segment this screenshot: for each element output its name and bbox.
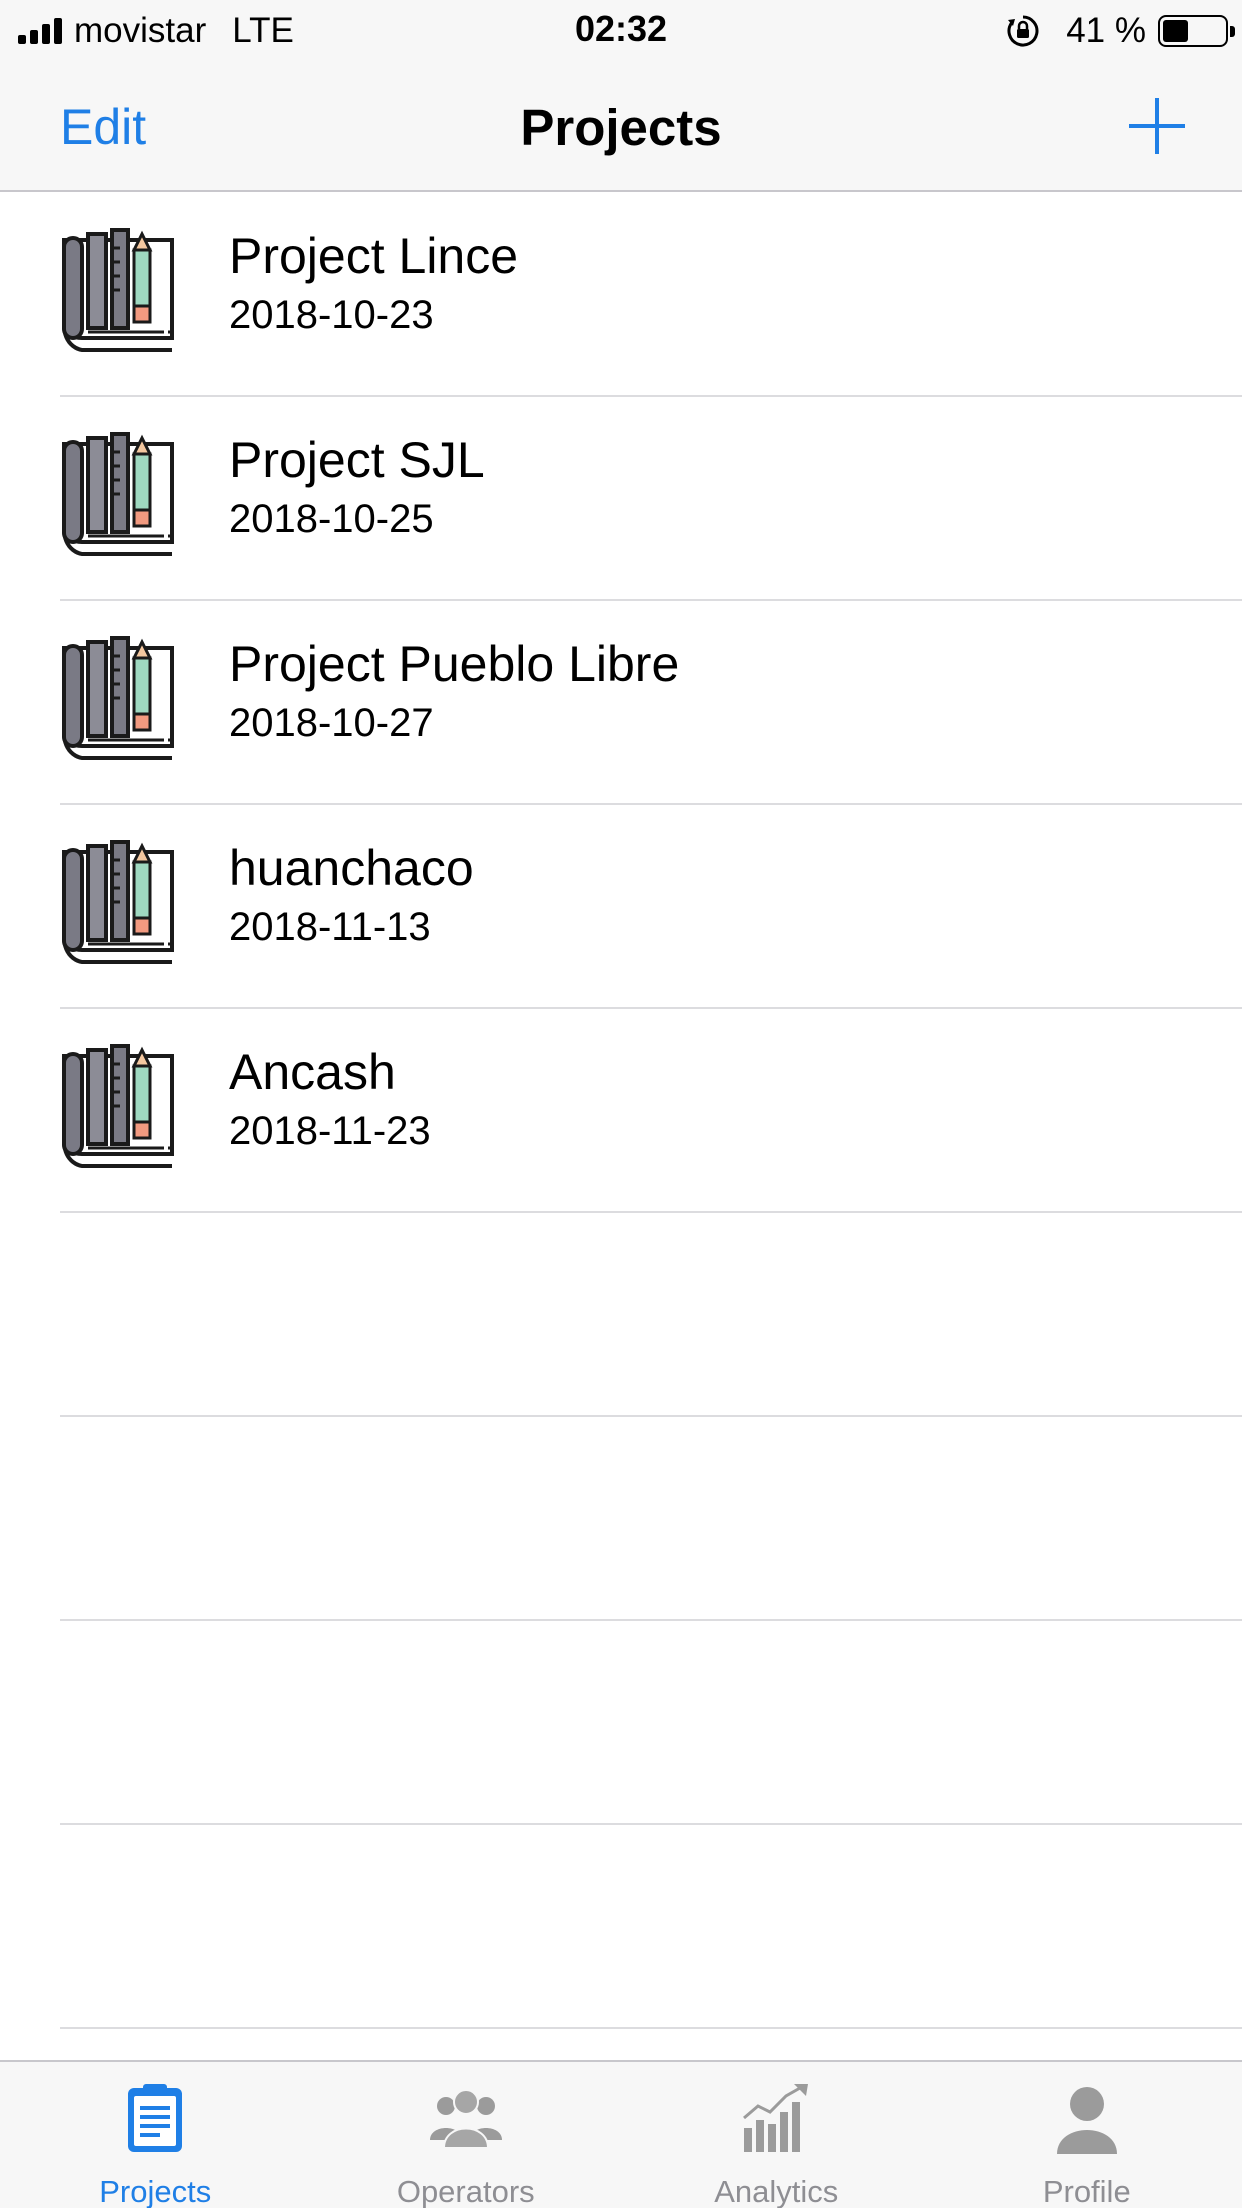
status-bar: movistar LTE 02:32 41 % xyxy=(0,0,1242,62)
battery-percent: 41 % xyxy=(1066,11,1146,50)
project-name: Project SJL xyxy=(229,432,485,488)
project-date: 2018-10-23 xyxy=(229,293,434,337)
project-row[interactable]: Project SJL 2018-10-25 xyxy=(0,397,1242,601)
tab-label: Projects xyxy=(99,2174,212,2208)
battery-icon xyxy=(1158,15,1235,47)
project-blueprint-icon xyxy=(60,228,180,353)
project-date: 2018-10-27 xyxy=(229,701,434,745)
navigation-bar: Edit Projects xyxy=(0,62,1242,192)
project-date: 2018-11-13 xyxy=(229,905,431,949)
people-icon xyxy=(429,2089,502,2149)
project-name: Ancash xyxy=(229,1044,396,1100)
projects-screen: movistar LTE 02:32 41 % Edit Projects Pr… xyxy=(0,0,1242,2208)
empty-row xyxy=(0,1825,1242,2029)
chart-icon xyxy=(743,2084,809,2152)
battery-level xyxy=(1163,20,1188,42)
project-name: Project Lince xyxy=(229,228,519,284)
plus-icon xyxy=(1129,98,1185,154)
tab-projects[interactable]: Projects xyxy=(0,2062,311,2208)
tab-analytics[interactable]: Analytics xyxy=(621,2062,932,2208)
project-blueprint-icon xyxy=(60,636,180,761)
page-title: Projects xyxy=(520,99,722,156)
clipboard-icon xyxy=(128,2084,183,2152)
empty-list-area xyxy=(0,1213,1242,2029)
project-name: Project Pueblo Libre xyxy=(229,636,680,692)
empty-row xyxy=(0,1621,1242,1825)
tab-label: Operators xyxy=(396,2174,535,2208)
tab-profile[interactable]: Profile xyxy=(932,2062,1242,2208)
project-row[interactable]: huanchaco 2018-11-13 xyxy=(0,805,1242,1009)
person-icon xyxy=(1056,2087,1117,2154)
project-row[interactable]: Project Lince 2018-10-23 xyxy=(0,193,1242,397)
empty-row xyxy=(0,1417,1242,1621)
status-right: 41 % xyxy=(1006,10,1235,52)
project-row[interactable]: Project Pueblo Libre 2018-10-27 xyxy=(0,601,1242,805)
project-row[interactable]: Ancash 2018-11-23 xyxy=(0,1009,1242,1213)
project-date: 2018-10-25 xyxy=(229,497,434,541)
add-project-button[interactable] xyxy=(1127,96,1187,156)
tab-bar: Projects Operators Analytics Profile xyxy=(0,2060,1242,2208)
project-name: huanchaco xyxy=(229,840,474,896)
project-list: Project Lince 2018-10-23 Project SJL 201… xyxy=(0,193,1242,1213)
project-blueprint-icon xyxy=(60,432,180,557)
empty-row xyxy=(0,1213,1242,1417)
tab-operators[interactable]: Operators xyxy=(311,2062,622,2208)
project-blueprint-icon xyxy=(60,1044,180,1169)
tab-label: Analytics xyxy=(714,2174,839,2208)
tab-label: Profile xyxy=(1042,2174,1131,2208)
project-date: 2018-11-23 xyxy=(229,1109,431,1153)
project-blueprint-icon xyxy=(60,840,180,965)
rotation-lock-icon xyxy=(1007,15,1039,47)
